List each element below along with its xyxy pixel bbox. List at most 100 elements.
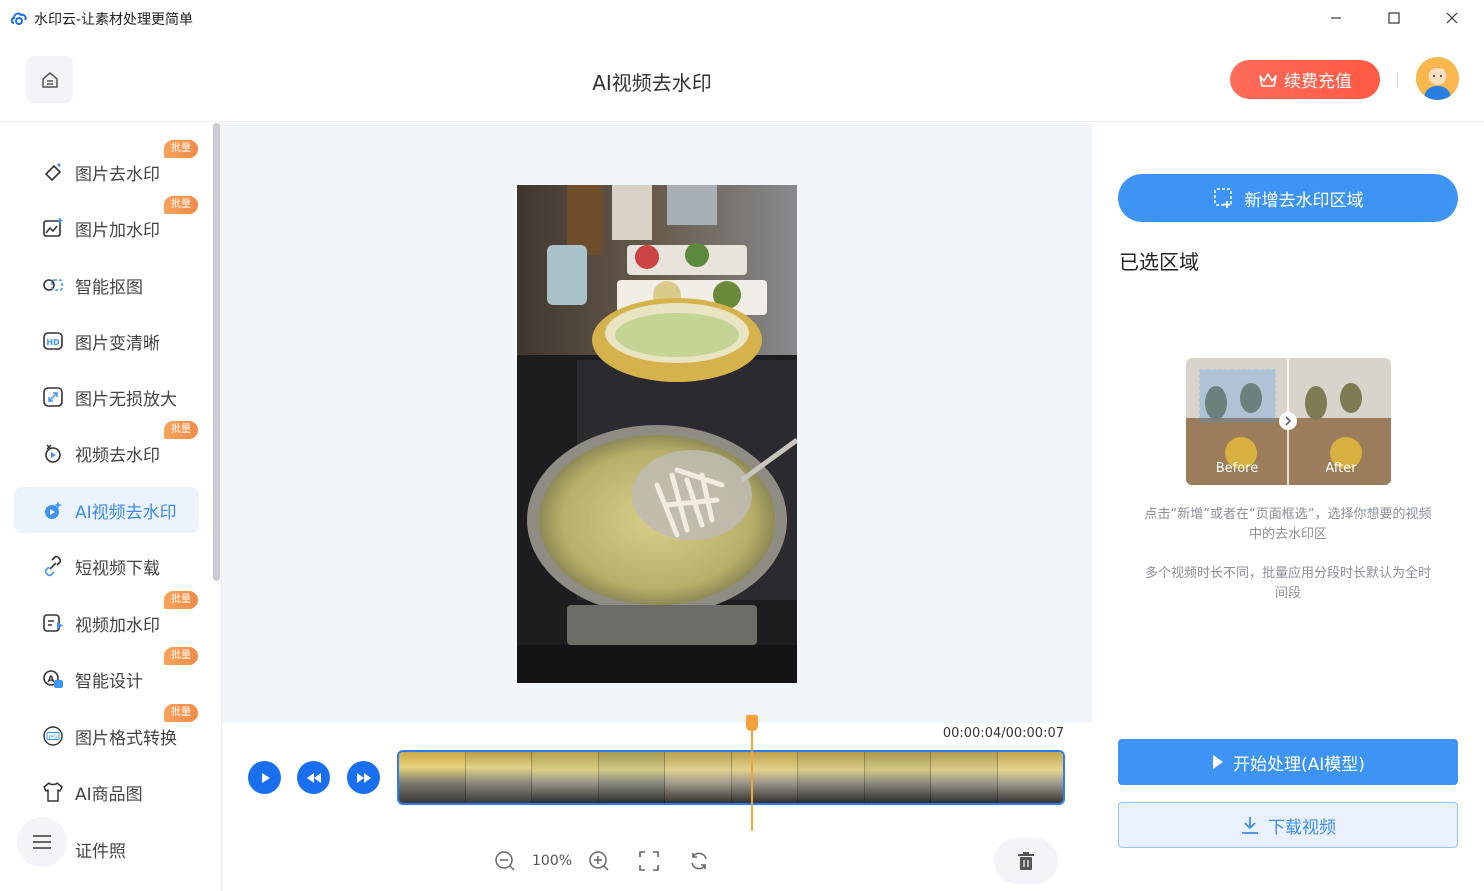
svg-text:JPG: JPG [48,734,57,740]
start-processing-button[interactable]: 开始处理(AI模型) [1118,739,1458,785]
reset-button[interactable] [686,848,712,874]
cloud-logo-icon [10,12,27,25]
before-after-demo: Before After [1186,358,1391,485]
timeline-thumbnail [665,752,732,803]
rewind-button[interactable] [297,761,330,794]
batch-badge: 批量 [164,140,198,158]
maximize-button[interactable] [1371,0,1417,36]
zoom-out-button[interactable] [492,848,518,874]
preview-canvas[interactable] [222,123,1092,723]
play-icon [1213,755,1224,769]
playhead-handle[interactable] [746,715,758,731]
add-watermark-area-button[interactable]: 新增去水印区域 [1118,174,1458,222]
zoom-in-button[interactable] [586,848,612,874]
close-icon [1446,12,1458,24]
sidebar: 图片去水印 批量 图片加水印 批量 智能抠图 HD 图片变清晰 图片无损放大 视… [0,123,222,891]
ai-video-icon [42,499,64,521]
zoom-in-icon [589,851,609,871]
timeline-thumbnail [598,752,665,803]
sidebar-item-label: 视频去水印 [75,445,160,466]
menu-icon [33,835,51,849]
video-preview[interactable] [517,185,797,683]
sidebar-item-label: 图片加水印 [75,220,160,241]
timeline-thumbnail [399,752,466,803]
demo-after-label: After [1325,461,1357,476]
sidebar-item-smart-cutout[interactable]: 智能抠图 [14,262,199,308]
user-avatar-icon [1416,57,1459,100]
sidebar-item-label: 图片去水印 [75,164,160,185]
sidebar-item-label: AI商品图 [75,784,143,805]
zoom-level: 100% [532,853,573,869]
video-erase-icon [42,442,64,464]
video-frame-image [517,185,797,683]
hd-icon: HD [42,330,64,352]
sidebar-item-label: 图片格式转换 [75,728,177,749]
sidebar-item-ai-video-remove-watermark[interactable]: AI视频去水印 [14,487,199,533]
sidebar-item-short-video-download[interactable]: 短视频下载 [14,543,199,589]
playhead[interactable] [751,723,753,831]
app-title: 水印云-让素材处理更简单 [34,12,194,28]
timeline-thumbnail [532,752,599,803]
selected-area-title: 已选区域 [1119,250,1199,274]
sidebar-item-label: 图片无损放大 [75,389,177,410]
page-title: AI视频去水印 [592,71,712,95]
start-label: 开始处理(AI模型) [1233,754,1365,775]
time-display: 00:00:04/00:00:07 [942,726,1064,741]
download-icon [1242,817,1258,834]
sidebar-item-video-remove-watermark[interactable]: 视频去水印 批量 [14,421,199,476]
renew-label: 续费充值 [1284,72,1352,92]
fast-forward-icon [356,772,371,783]
download-label: 下载视频 [1268,817,1336,838]
fullscreen-button[interactable] [636,848,662,874]
avatar[interactable] [1416,57,1459,100]
sidebar-item-label: 短视频下载 [75,558,160,579]
fast-forward-button[interactable] [347,761,380,794]
sidebar-item-image-sharpen[interactable]: HD 图片变清晰 [14,318,199,364]
crown-icon [1259,72,1277,87]
sidebar-item-image-format-convert[interactable]: JPG 图片格式转换 批量 [14,704,199,759]
sidebar-item-smart-design[interactable]: A 智能设计 批量 [14,647,199,702]
renew-button[interactable]: 续费充值 [1230,60,1380,99]
sidebar-item-ai-product-image[interactable]: AI商品图 [14,769,199,815]
delete-button[interactable] [994,838,1058,884]
enlarge-icon [42,386,64,408]
design-icon: A [42,668,64,690]
sidebar-item-lossless-enlarge[interactable]: 图片无损放大 [14,374,199,420]
hint-text-select: 点击“新增”或者在“页面框选”，选择你想要的视频中的去水印区 [1144,507,1432,542]
image-add-icon [42,217,64,239]
rewind-icon [306,772,321,783]
sidebar-item-image-remove-watermark[interactable]: 图片去水印 批量 [14,140,199,195]
close-button[interactable] [1429,0,1475,36]
add-area-icon [1213,188,1232,208]
timeline-strip[interactable] [397,750,1065,805]
download-video-button[interactable]: 下载视频 [1118,802,1458,848]
right-panel: 新增去水印区域 已选区域 Before After 点击“新增”或者在“页面框选… [1093,123,1484,891]
header: AI视频去水印 续费充值 [0,36,1484,122]
demo-before-label: Before [1216,461,1259,476]
add-area-label: 新增去水印区域 [1244,190,1364,211]
sidebar-item-label: 智能设计 [75,671,143,692]
timeline-thumbnail [798,752,865,803]
sidebar-scrollbar[interactable] [213,123,220,581]
timeline-thumbnail [997,752,1063,803]
collapse-sidebar-button[interactable] [17,817,67,867]
sidebar-item-label: 视频加水印 [75,615,160,636]
timeline-panel: 00:00:04/00:00:07 100% [222,715,1092,891]
minimize-icon [1331,17,1341,19]
zoom-out-icon [495,851,515,871]
refresh-icon [691,852,707,870]
sidebar-item-label: AI视频去水印 [75,502,177,523]
sidebar-item-label: 智能抠图 [75,277,143,298]
batch-badge: 批量 [164,196,198,214]
minimize-button[interactable] [1313,0,1359,36]
title-bar: 水印云-让素材处理更简单 [0,0,1484,36]
eraser-icon [42,161,64,183]
sidebar-item-image-add-watermark[interactable]: 图片加水印 批量 [14,196,199,251]
sidebar-item-video-add-watermark[interactable]: 视频加水印 批量 [14,591,199,646]
maximize-icon [1388,12,1400,24]
tshirt-icon [42,781,64,803]
play-icon [261,772,270,783]
cutout-icon [42,274,64,296]
play-button[interactable] [248,761,281,794]
jpg-icon: JPG [42,725,64,747]
